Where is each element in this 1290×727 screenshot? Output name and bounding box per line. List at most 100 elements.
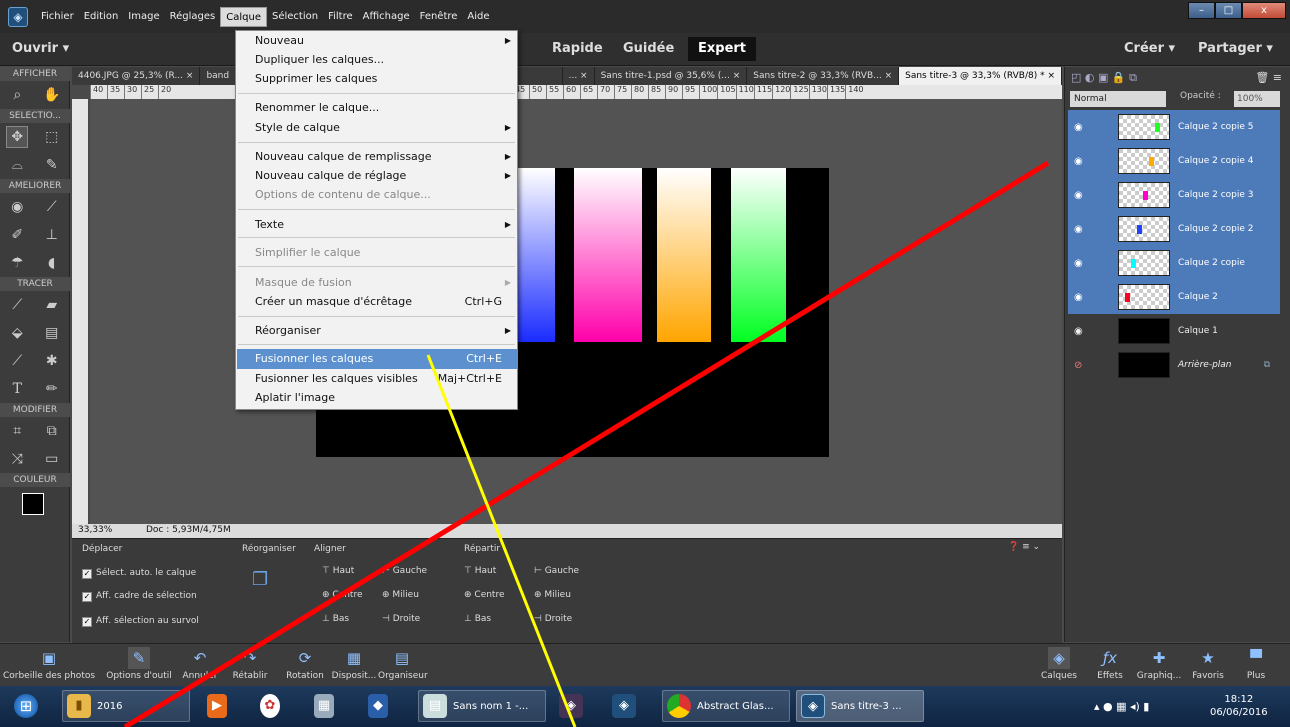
menu-item-texte[interactable]: Texte ▶ [255, 215, 517, 235]
sponge-icon[interactable]: ◖ [41, 252, 63, 274]
smart-brush-icon[interactable]: ✐ [6, 224, 28, 246]
menu-item-reorganiser[interactable]: Réorganiser ▶ [255, 321, 517, 341]
menu-item-aplatir[interactable]: Aplatir l'image [255, 388, 517, 408]
menu-item-style[interactable]: Style de calque ▶ [255, 118, 517, 138]
eraser-icon[interactable]: ▰ [41, 294, 63, 316]
taskbar-sans-nom[interactable]: ▤ Sans nom 1 -... [418, 690, 546, 722]
layer-row[interactable]: ◉ Calque 2 [1068, 280, 1280, 314]
effects-button[interactable]: ƒx Effets [1090, 647, 1130, 681]
taskbar-picasa[interactable]: ✿ [256, 690, 286, 722]
menu-selection[interactable]: Sélection [267, 7, 323, 27]
tab-doc-4[interactable]: Sans titre-1.psd @ 35,6% (... × [595, 67, 748, 85]
align-bottom-button[interactable]: ⊥ Bas [322, 614, 349, 624]
tab-doc-5[interactable]: Sans titre-2 @ 33,3% (RVB... × [747, 67, 900, 85]
text-icon[interactable]: T [6, 378, 28, 400]
align-top-button[interactable]: ⊤ Haut [322, 566, 354, 576]
menu-item-supprimer[interactable]: Supprimer les calques [255, 69, 517, 89]
redo-button[interactable]: ↷ Rétablir [228, 647, 272, 681]
stamp-icon[interactable]: ⊥ [41, 224, 63, 246]
menu-item-renommer[interactable]: Renommer le calque... [255, 98, 517, 118]
tool-options-button[interactable]: ✎ Options d'outil [104, 647, 174, 681]
dist-middle-button[interactable]: ⊕ Milieu [534, 590, 571, 600]
menu-affichage[interactable]: Affichage [358, 7, 415, 27]
layer-tool-icons[interactable]: ◰ ◐ ▣ 🔒 ⧉ [1071, 71, 1137, 85]
checkbox-highlight-hover[interactable]: ✓ Aff. sélection au survol [82, 616, 199, 627]
align-left-button[interactable]: ⊢ Gauche [382, 566, 427, 576]
minimize-button[interactable]: – [1188, 2, 1215, 19]
layer-row[interactable]: ◉ Calque 1 [1068, 314, 1280, 348]
menu-image[interactable]: Image [123, 7, 164, 27]
layers-button[interactable]: ◈ Calques [1036, 647, 1082, 681]
content-move-icon[interactable]: ⤨ [6, 448, 28, 470]
layer-row[interactable]: ⊘ Arrière-plan ⧉ [1068, 348, 1280, 382]
trash-icon[interactable]: 🗑 ≡ [1255, 71, 1282, 84]
clock[interactable]: 18:12 06/06/2016 [1210, 693, 1268, 719]
foreground-color[interactable] [22, 493, 44, 515]
eye-icon[interactable]: ◉ [1074, 224, 1083, 235]
layout-button[interactable]: ▦ Disposit... [330, 647, 378, 681]
app-icon[interactable]: ◈ [8, 6, 28, 27]
gradient-icon[interactable]: ▤ [41, 322, 63, 344]
menu-item-reglage[interactable]: Nouveau calque de réglage ▶ [255, 166, 517, 186]
menu-fenetre[interactable]: Fenêtre [415, 7, 463, 27]
tab-doc-6[interactable]: Sans titre-3 @ 33,3% (RVB/8) * × [899, 67, 1062, 85]
opacity-input[interactable]: 100% [1234, 91, 1280, 107]
undo-button[interactable]: ↶ Annuler [178, 647, 222, 681]
quick-select-icon[interactable]: ✎ [41, 154, 63, 176]
menu-calque[interactable]: Calque [220, 6, 267, 27]
close-button[interactable]: x [1242, 2, 1286, 19]
system-tray[interactable]: ▴ ● ▦ ◂) ▮ [1090, 690, 1200, 722]
mode-expert[interactable]: Expert [688, 37, 757, 61]
favorites-button[interactable]: ★ Favoris [1186, 647, 1230, 681]
align-middle-button[interactable]: ⊕ Milieu [382, 590, 419, 600]
tab-doc-1[interactable]: 4406.JPG @ 25,3% (R... × [72, 67, 201, 85]
hand-icon[interactable]: ✋ [41, 84, 63, 106]
straighten-icon[interactable]: ▭ [41, 448, 63, 470]
zoom-icon[interactable]: ⌕ [6, 84, 28, 106]
zoom-level[interactable]: 33,33% [78, 525, 112, 535]
eye-icon[interactable]: ◉ [1074, 258, 1083, 269]
menu-item-fusionner-visibles[interactable]: Fusionner les calques visibles Maj+Ctrl+E [255, 369, 517, 389]
align-center-button[interactable]: ⊕ Centre [322, 590, 363, 600]
dist-bottom-button[interactable]: ⊥ Bas [464, 614, 491, 624]
eye-icon[interactable]: ◉ [1074, 156, 1083, 167]
menu-edition[interactable]: Edition [79, 7, 124, 27]
menu-fichier[interactable]: Fichier [36, 7, 79, 27]
menu-item-remplissage[interactable]: Nouveau calque de remplissage ▶ [255, 147, 517, 167]
taskbar-media[interactable]: ▶ [203, 690, 233, 722]
healing-icon[interactable]: ⟋ [41, 196, 63, 218]
create-button[interactable]: Créer ▾ [1124, 41, 1175, 56]
photo-bin-button[interactable]: ▣ Corbeille des photos [0, 647, 98, 681]
move-icon[interactable]: ✥ [6, 126, 29, 148]
align-right-button[interactable]: ⊣ Droite [382, 614, 420, 624]
dist-top-button[interactable]: ⊤ Haut [464, 566, 496, 576]
mode-rapide[interactable]: Rapide [552, 41, 603, 56]
tab-doc-3[interactable]: ... × [563, 67, 595, 85]
menu-item-nouveau[interactable]: Nouveau ▶ [255, 31, 517, 51]
paint-bucket-icon[interactable]: ⬙ [6, 322, 28, 344]
dist-right-button[interactable]: ⊣ Droite [534, 614, 572, 624]
eyedropper-icon[interactable]: ⟋ [6, 350, 28, 372]
menu-item-dupliquer[interactable]: Dupliquer les calques... [255, 50, 517, 70]
eye-icon[interactable]: ◉ [1074, 326, 1083, 337]
menu-reglages[interactable]: Réglages [165, 7, 221, 27]
taskbar-app-generic[interactable]: ◈ [555, 690, 599, 722]
graphics-button[interactable]: ✚ Graphiq... [1134, 647, 1184, 681]
crop-icon[interactable]: ⌗ [6, 420, 28, 442]
arrange-icon[interactable]: ❐ [252, 569, 268, 590]
lock-icon[interactable]: ⧉ [1264, 360, 1270, 370]
share-button[interactable]: Partager ▾ [1198, 41, 1273, 56]
eye-icon[interactable]: ◉ [1074, 122, 1083, 133]
open-button[interactable]: Ouvrir ▾ [12, 41, 69, 56]
menu-aide[interactable]: Aide [462, 7, 494, 27]
pencil-icon[interactable]: ✏ [41, 378, 63, 400]
taskbar-sans-titre[interactable]: ◈ Sans titre-3 ... [796, 690, 924, 722]
taskbar-calculator[interactable]: ▦ [310, 690, 340, 722]
dist-center-button[interactable]: ⊕ Centre [464, 590, 505, 600]
layer-row[interactable]: ◉ Calque 2 copie 3 [1068, 178, 1280, 212]
menu-item-fusionner[interactable]: Fusionner les calques Ctrl+E [237, 349, 517, 369]
color-swatches[interactable] [0, 487, 69, 527]
eye-hidden-icon[interactable]: ⊘ [1074, 360, 1082, 371]
eye-icon[interactable]: ◉ [1074, 292, 1083, 303]
marquee-icon[interactable]: ⬚ [41, 126, 63, 148]
